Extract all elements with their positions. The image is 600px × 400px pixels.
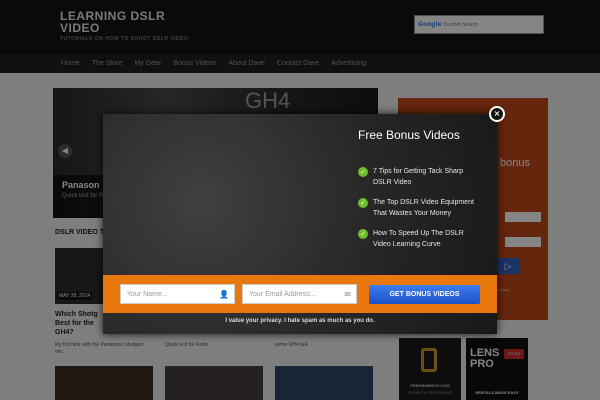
benefit-item: ✓ 7 Tips for Getting Tack Sharp DSLR Vid…	[358, 166, 483, 188]
benefit-item: ✓ The Top DSLR Video Equipment That Wast…	[358, 197, 483, 219]
get-bonus-videos-button[interactable]: GET BONUS VIDEOS	[369, 285, 480, 304]
envelope-icon: ✉	[344, 290, 351, 299]
name-field[interactable]: Your Name... 👤	[120, 284, 235, 304]
email-placeholder: Your Email Address...	[249, 290, 316, 298]
modal-title: Free Bonus Videos	[358, 128, 460, 142]
name-placeholder: Your Name...	[127, 290, 168, 298]
user-icon: 👤	[219, 290, 229, 299]
benefit-item: ✓ How To Speed Up The DSLR Video Learnin…	[358, 228, 483, 250]
check-icon: ✓	[358, 167, 368, 177]
benefit-text: How To Speed Up The DSLR Video Learning …	[373, 230, 464, 248]
close-icon[interactable]: ×	[489, 106, 505, 122]
check-icon: ✓	[358, 229, 368, 239]
check-icon: ✓	[358, 198, 368, 208]
benefit-text: 7 Tips for Getting Tack Sharp DSLR Video	[373, 168, 464, 186]
privacy-note: I value your privacy. I hate spam as muc…	[225, 318, 375, 324]
benefit-text: The Top DSLR Video Equipment That Wastes…	[373, 199, 474, 217]
email-field[interactable]: Your Email Address... ✉	[242, 284, 357, 304]
